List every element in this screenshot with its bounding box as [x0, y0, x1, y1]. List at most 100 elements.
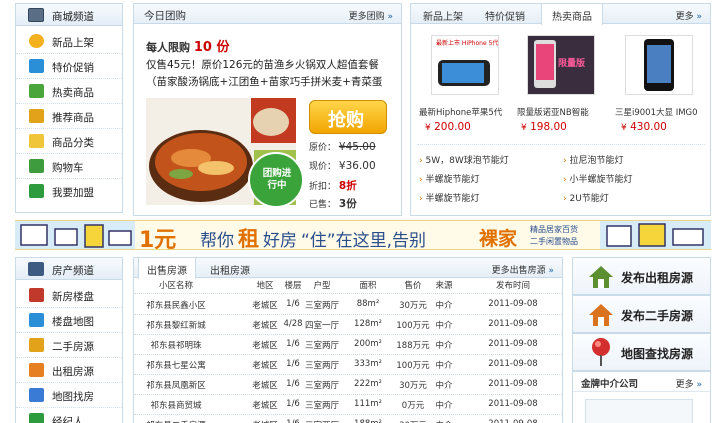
store-icon — [28, 8, 44, 22]
image-caption: 限量版 — [558, 57, 585, 69]
house-orange-icon — [589, 304, 613, 326]
price-value: 198.00 — [530, 121, 567, 133]
tab-hot[interactable]: 热卖商品 — [541, 4, 603, 25]
estate-name-link[interactable]: 祁东县祁明珠 — [141, 339, 211, 351]
buy-now-button[interactable]: 抢购 — [309, 100, 387, 134]
lamp-link[interactable]: › 半螺旋节能灯 — [419, 172, 480, 185]
nav-label: 我要加盟 — [52, 187, 94, 199]
map-search-label: 地图查找房源 — [621, 347, 694, 361]
agents-panel: 金牌中介公司 更多 » — [572, 371, 711, 423]
product-name-1[interactable]: 最新Hiphone苹果5代 — [419, 106, 502, 118]
groupbuy-description[interactable]: 仅售45元！原价126元的苗渔乡火锅双人超值套餐（苗家酸汤锅底+江团鱼+苗家巧手… — [146, 57, 396, 91]
nav-item-category[interactable]: 商品分类 — [16, 129, 122, 154]
estate-name-link[interactable]: 祁东县凤凰新区 — [141, 379, 211, 391]
nav-item-new-estates[interactable]: 新房楼盘 — [16, 283, 122, 308]
map-search-button[interactable]: 地图查找房源 — [572, 333, 711, 371]
rent-banner[interactable]: 1元 帮你 租 好房 “住”在这里,告别 裸家 精品居家百货 二手闲置物品 — [15, 220, 711, 250]
estate-name-link[interactable]: 祁东县二手房源 — [141, 419, 211, 423]
more-label: 更多 — [675, 380, 694, 390]
nav-item-used-homes[interactable]: 二手房源 — [16, 333, 122, 358]
tab-sale[interactable]: 特价促销 — [475, 4, 535, 24]
agents-more-link[interactable]: 更多 » — [676, 377, 702, 390]
tab-new[interactable]: 新品上架 — [415, 4, 471, 24]
nav-item-new[interactable]: 新品上架 — [16, 29, 122, 54]
publish-used-button[interactable]: 发布二手房源 — [572, 295, 711, 333]
product-name-3[interactable]: 三星i9001大显 IMG0 — [615, 106, 698, 118]
original-price: ¥45.00 — [338, 141, 376, 153]
map-icon — [29, 313, 44, 327]
lamp-link[interactable]: › 5W，8W球泡节能灯 — [419, 153, 509, 166]
tab-for-sale[interactable]: 出售房源 — [138, 258, 196, 279]
product-image-1[interactable]: 最新上市 HiPhone 5代 — [431, 35, 499, 95]
house-nav-header[interactable]: 房产频道 — [16, 258, 122, 280]
estate-name-link[interactable]: 祁东县黎红新城 — [141, 319, 211, 331]
house-icon — [28, 262, 44, 276]
estate-icon — [29, 288, 44, 302]
image-caption: 最新上市 HiPhone 5代 — [436, 39, 498, 47]
nav-label: 新品上架 — [52, 37, 94, 49]
agents-header: 金牌中介公司 更多 » — [573, 372, 710, 392]
banner-text: 帮你 — [200, 231, 234, 250]
banner-tag: 二手闲置物品 — [530, 237, 578, 246]
lamp-link[interactable]: › 半螺旋节能灯 — [419, 191, 480, 204]
phone-image: 限量版 — [528, 36, 594, 94]
publish-rent-button[interactable]: 发布出租房源 — [572, 257, 711, 295]
groupbuy-more-link[interactable]: 更多团购 » — [349, 9, 393, 22]
estate-name-link[interactable]: 祁东县民鑫小区 — [141, 299, 211, 311]
phone-image — [644, 39, 674, 91]
estate-name-link[interactable]: 祁东县商贸城 — [141, 399, 211, 411]
nav-item-map-search[interactable]: 地图找房 — [16, 383, 122, 408]
price-label: 折扣： — [309, 182, 337, 192]
double-arrow-icon: » — [548, 266, 554, 276]
more-label: 更多出售房源 — [491, 266, 546, 276]
nav-label: 特价促销 — [52, 62, 94, 74]
column-header: 来源 — [435, 281, 453, 291]
nav-item-hot[interactable]: 热卖商品 — [16, 79, 122, 104]
buy-now-label: 抢购 — [328, 110, 364, 131]
table-cell: 中介 — [435, 301, 453, 311]
mall-nav-header[interactable]: 商城频道 — [16, 4, 122, 26]
nav-item-estate-map[interactable]: 楼盘地图 — [16, 308, 122, 333]
lamp-link[interactable]: › 小半螺旋节能灯 — [563, 172, 633, 185]
tab-for-rent[interactable]: 出租房源 — [200, 258, 260, 278]
groupbuy-header: 今日团购 更多团购 » — [134, 4, 401, 24]
price-label: 已售： — [309, 200, 337, 210]
product-name-2[interactable]: 限量版诺亚NB智能 — [517, 106, 589, 118]
listings-tabbar: 出售房源 出租房源 更多出售房源 » — [134, 258, 562, 279]
divider — [417, 144, 705, 145]
people-icon — [29, 184, 44, 198]
lamp-label: 小半螺旋节能灯 — [569, 175, 633, 185]
table-cell: 2011-09-08 — [488, 339, 538, 349]
double-arrow-icon: » — [696, 380, 702, 390]
cart-icon — [29, 84, 44, 98]
product-price-1: ¥ 200.00 — [425, 121, 471, 133]
lamp-label: 拉尼泡节能灯 — [569, 156, 624, 166]
nav-label: 经纪人 — [52, 416, 84, 423]
nav-label: 二手房源 — [52, 341, 94, 353]
nav-item-rentals[interactable]: 出租房源 — [16, 358, 122, 383]
banner-text: “住”在这里,告别 — [301, 231, 427, 250]
nav-item-sale[interactable]: 特价促销 — [16, 54, 122, 79]
product-price-3: ¥ 430.00 — [621, 121, 667, 133]
nav-item-agents[interactable]: 经纪人 — [16, 408, 122, 423]
folder-icon — [29, 134, 44, 148]
nav-item-recommend[interactable]: 推荐商品 — [16, 104, 122, 129]
table-cell: 中介 — [435, 321, 453, 331]
products-more-link[interactable]: 更多 » — [676, 9, 702, 22]
limit-label: 每人限购 — [146, 41, 190, 54]
listings-more-link[interactable]: 更多出售房源 » — [492, 263, 554, 276]
nav-item-cart[interactable]: 购物车 — [16, 154, 122, 179]
product-image-2[interactable]: 限量版 — [527, 35, 595, 95]
estate-name-link[interactable]: 祁东县七星公寓 — [141, 359, 211, 371]
lamp-link[interactable]: › 拉尼泡节能灯 — [563, 153, 624, 166]
agent-logo[interactable] — [585, 399, 693, 423]
product-image-3[interactable] — [625, 35, 693, 95]
double-arrow-icon: » — [387, 12, 393, 22]
badge-text: 团购进行中 — [262, 168, 292, 191]
nav-item-join[interactable]: 我要加盟 — [16, 179, 122, 204]
price-value: 430.00 — [630, 121, 667, 133]
publish-rent-label: 发布出租房源 — [621, 271, 694, 285]
lamp-link[interactable]: › 2U节能灯 — [563, 191, 609, 204]
banner-tag: 精品居家百货 — [530, 225, 578, 234]
divider — [134, 354, 562, 355]
